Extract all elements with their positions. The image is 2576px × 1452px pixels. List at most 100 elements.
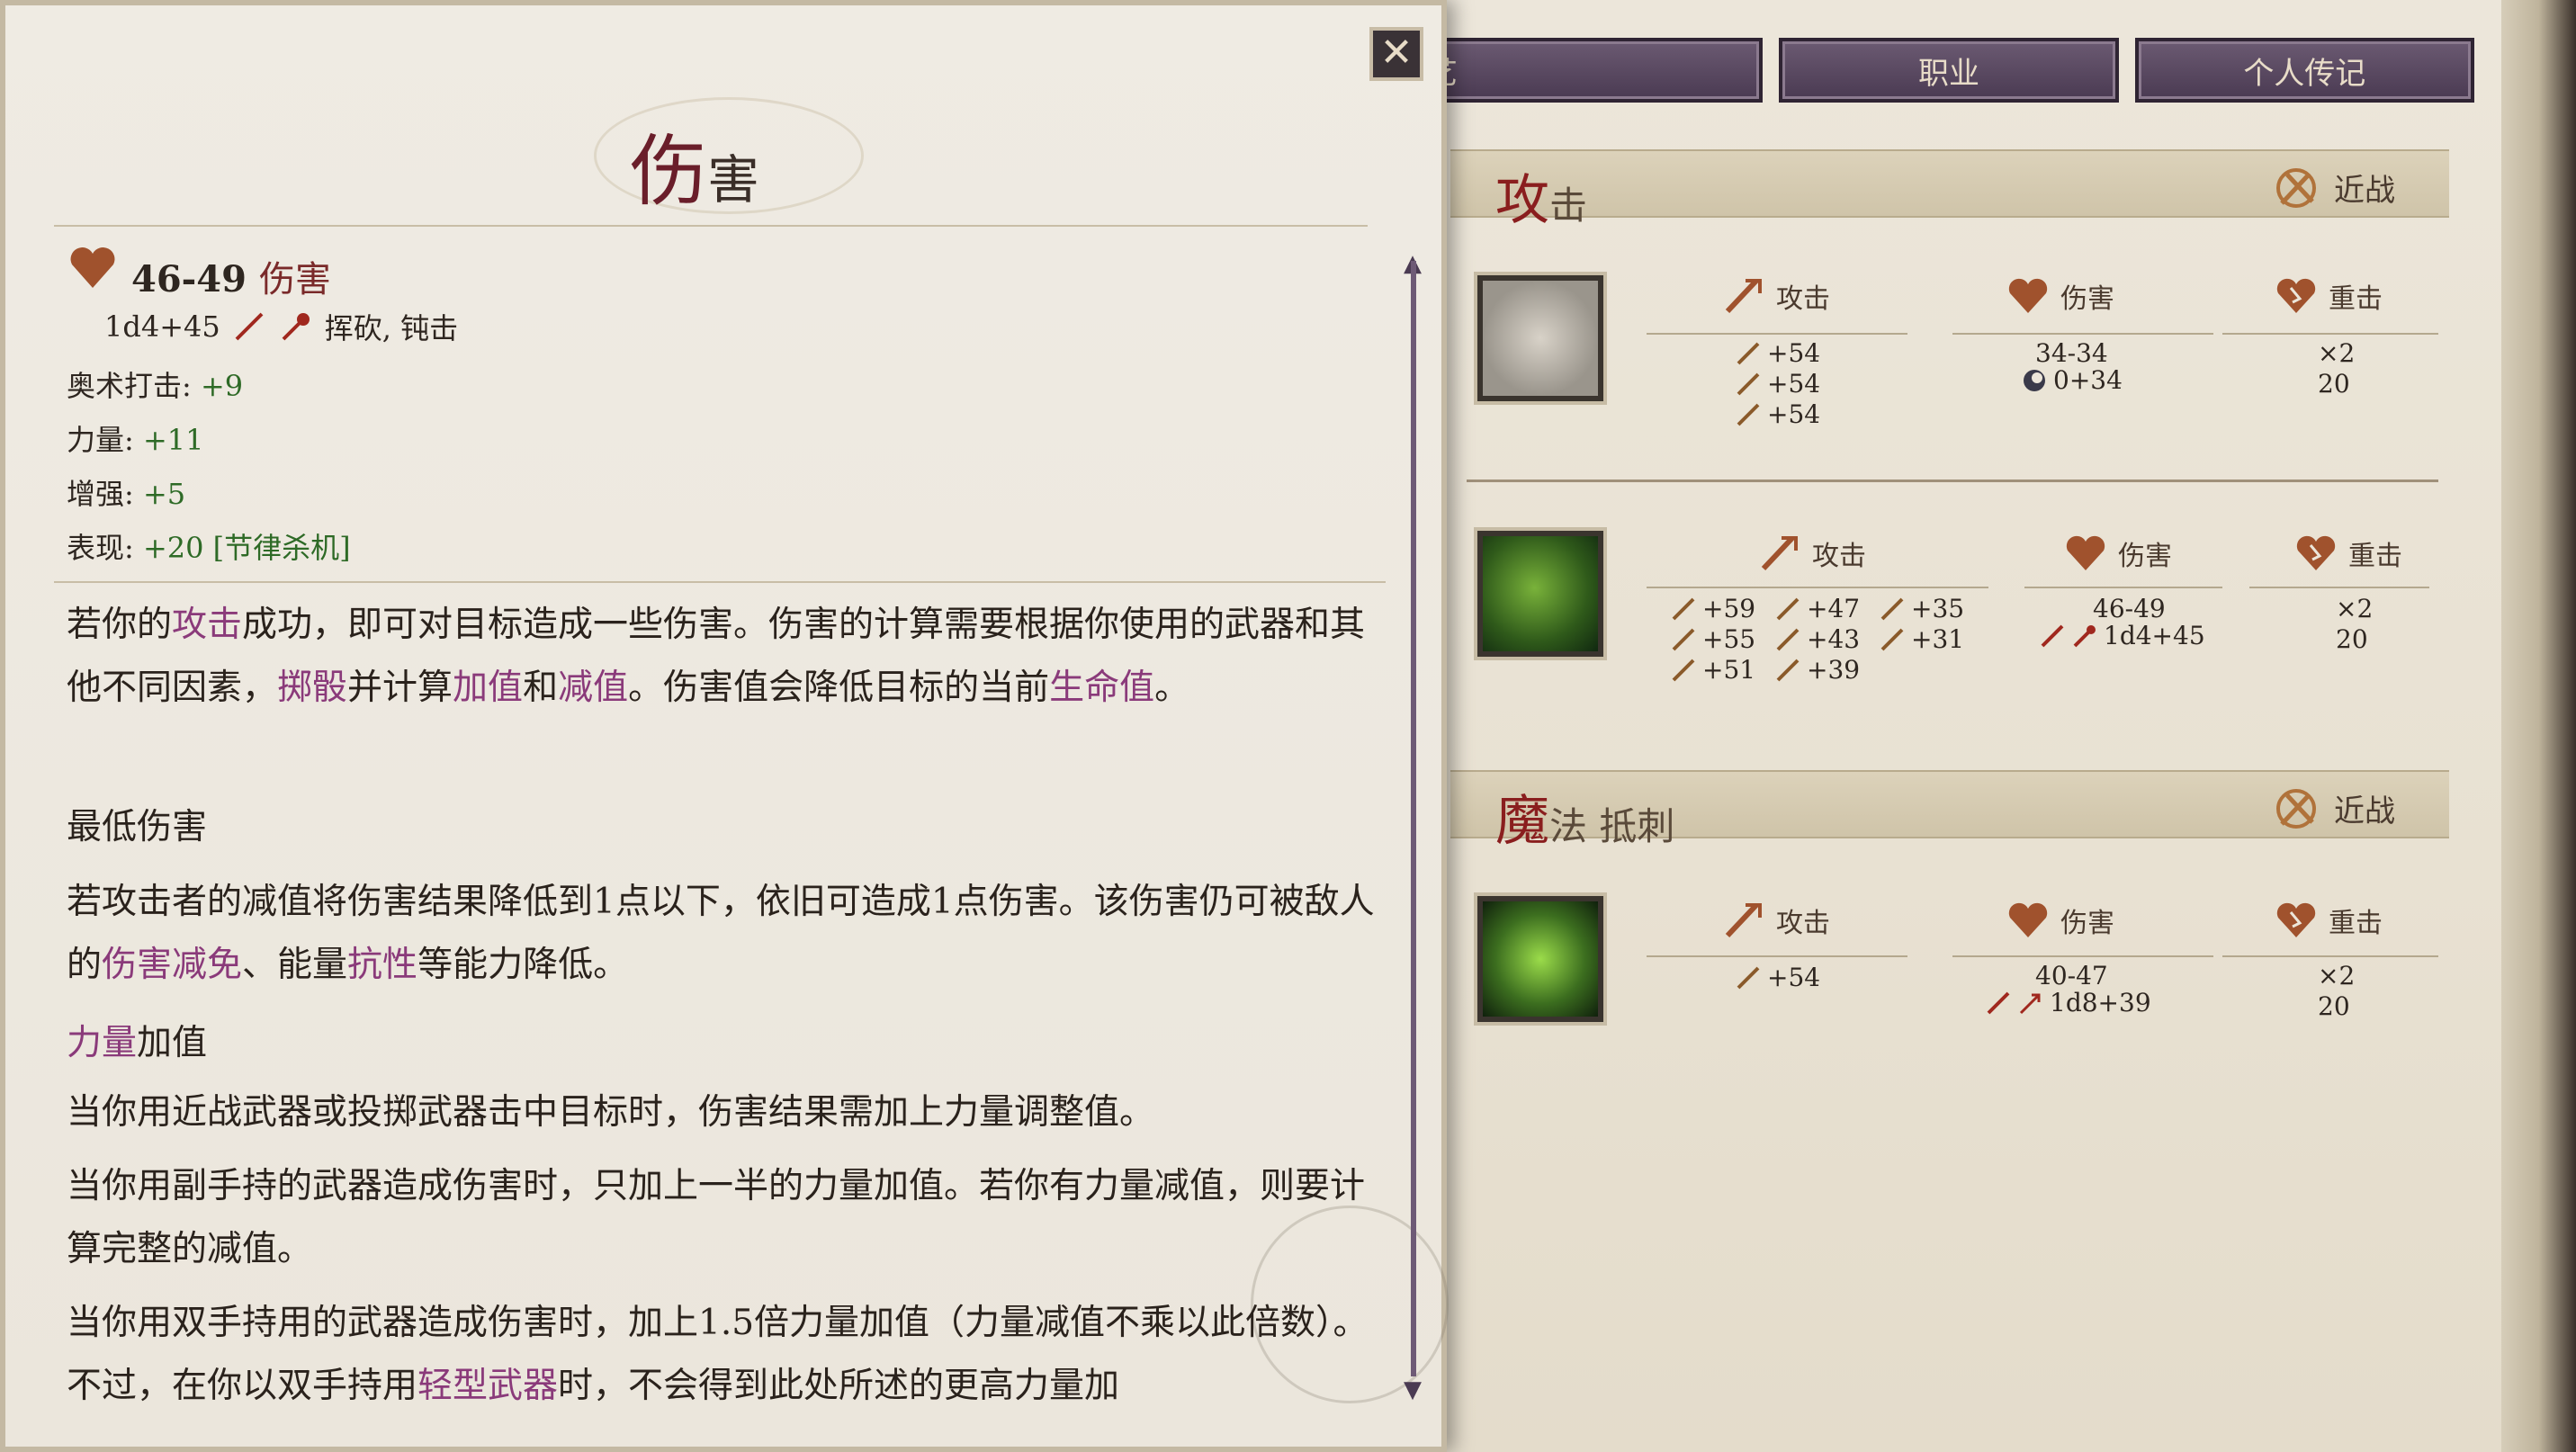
melee-mode-toggle[interactable]: 近战 (2273, 786, 2395, 830)
attack-bonus: +55 (1670, 624, 1755, 654)
bludgeon-icon (2073, 624, 2096, 647)
col-crit: 重击 (2293, 533, 2402, 574)
link-penalty[interactable]: 减值 (558, 668, 628, 708)
attack-icon (1761, 535, 1798, 571)
sword-icon (1737, 403, 1760, 426)
tooltip-title: 伤害 (630, 127, 760, 217)
sword-icon (1880, 628, 1904, 650)
melee-mode-toggle[interactable]: 近战 (2273, 166, 2395, 210)
col-crit: 重击 (2273, 275, 2383, 317)
attack-bonus: +59 (1670, 594, 1755, 623)
melee-swords-icon (2276, 167, 2316, 208)
crit-multiplier: ×2 (2318, 961, 2356, 990)
crit-multiplier: ×2 (2336, 594, 2374, 623)
slash-icon (235, 312, 264, 341)
heart-crit-icon (2276, 902, 2316, 937)
damage-range: 46-49 (2093, 594, 2166, 623)
description-paragraph: 若攻击者的减值将伤害结果降低到1点以下，依旧可造成1点伤害。该伤害仍可被敌人的伤… (67, 882, 1375, 985)
heart-damage-icon (2008, 902, 2048, 937)
title-divider (54, 225, 1368, 227)
bludgeon-icon (282, 313, 310, 341)
description-paragraph: 当你用近战武器或投掷武器击中目标时，伤害结果需加上力量调整值。 (67, 1092, 1155, 1133)
claw-weapon-icon[interactable] (1477, 531, 1603, 657)
heart-damage-icon (2066, 535, 2105, 570)
col-attack: 攻击 (1720, 900, 1830, 941)
crit-range: 20 (2318, 369, 2350, 399)
crit-range: 20 (2336, 624, 2368, 654)
stat-performance: 表现: +20 [节律杀机] (67, 531, 351, 565)
col-damage: 伤害 (2005, 900, 2114, 941)
sword-icon (1776, 628, 1800, 650)
scroll-down-arrow-icon[interactable]: ▼ (1404, 1376, 1422, 1403)
col-crit: 重击 (2273, 900, 2383, 941)
heading-strength-bonus: 力量加值 (67, 1023, 208, 1063)
damage-summary: 46-49 伤害 (67, 245, 331, 302)
unarmed-strike-icon[interactable] (1477, 275, 1603, 401)
attack-section-header: 攻击 近战 (1450, 149, 2449, 232)
heart-damage-icon (70, 247, 115, 288)
link-damage-reduction[interactable]: 伤害减免 (102, 945, 242, 985)
divider-line (1647, 587, 1988, 588)
attack-bonus: +39 (1774, 655, 1860, 685)
damage-range: 34-34 (2035, 338, 2108, 368)
description-paragraph: 若你的攻击成功，即可对目标造成一些伤害。伤害的计算需要根据你使用的武器和其他不同… (67, 605, 1366, 708)
attack-icon (1725, 902, 1762, 938)
magic-section-header: 魔法 抵刺 近战 (1450, 770, 2449, 853)
link-roll[interactable]: 掷骰 (277, 668, 347, 708)
section-divider (54, 581, 1386, 583)
sheet-tabs: 艺 职业 个人传记 (1413, 38, 2474, 110)
link-attack[interactable]: 攻击 (172, 605, 242, 645)
description-paragraph: 当你用副手持的武器造成伤害时，只加上一半的力量加值。若你有力量减值，则要计算完整… (67, 1166, 1366, 1269)
link-resistance[interactable]: 抗性 (347, 945, 417, 985)
sword-icon (1737, 966, 1760, 989)
attack-bonus: +54 (1735, 399, 1820, 429)
pierce-icon (2019, 993, 2041, 1014)
link-light-weapon[interactable]: 轻型武器 (417, 1366, 558, 1406)
link-bonus[interactable]: 加值 (453, 668, 523, 708)
section-title: 攻击 (1495, 169, 1588, 232)
sword-icon (1737, 372, 1760, 395)
attack-bonus: +54 (1735, 369, 1820, 399)
book-edge (2501, 0, 2576, 1452)
tab-skills[interactable]: 艺 (1413, 38, 1764, 103)
col-damage: 伤害 (2005, 275, 2114, 317)
attack-bonus: +43 (1774, 624, 1860, 654)
stat-strength: 力量: +11 (67, 423, 204, 457)
damage-dice-line: 1d4+45 挥砍, 钝击 (104, 309, 459, 345)
tab-class[interactable]: 职业 (1779, 38, 2119, 103)
arcane-swirl-icon (2024, 369, 2045, 391)
divider-line (1647, 333, 1907, 335)
sword-icon (1672, 659, 1695, 681)
col-attack: 攻击 (1720, 275, 1830, 317)
melee-swords-icon (2276, 788, 2316, 829)
sword-icon (1737, 342, 1760, 364)
spore-weapon-icon[interactable] (1477, 896, 1603, 1022)
sword-icon (1672, 628, 1695, 650)
divider-line (2222, 333, 2438, 335)
stat-enhancement: 增强: +5 (67, 477, 186, 511)
scrollbar[interactable] (1411, 261, 1416, 1376)
attack-bonus: +54 (1735, 338, 1820, 368)
heading-minimum-damage: 最低伤害 (67, 807, 208, 847)
close-button[interactable]: ✕ (1369, 27, 1423, 81)
damage-range: 40-47 (2035, 961, 2108, 990)
divider-line (2222, 955, 2438, 957)
col-attack: 攻击 (1756, 533, 1866, 574)
damage-formula: 0+34 (2021, 365, 2123, 395)
damage-formula: 1d8+39 (1985, 988, 2151, 1017)
divider-line (1952, 333, 2213, 335)
sword-icon (1672, 597, 1695, 620)
stat-arcane-strike: 奥术打击: +9 (67, 369, 244, 403)
link-strength[interactable]: 力量 (67, 1023, 137, 1063)
damage-formula: 1d4+45 (2039, 621, 2205, 650)
heart-crit-icon (2276, 278, 2316, 313)
attack-bonus: +54 (1735, 963, 1820, 992)
tab-biography[interactable]: 个人传记 (2134, 38, 2474, 103)
link-hit-points[interactable]: 生命值 (1049, 668, 1154, 708)
description-paragraph: 当你用双手持用的武器造成伤害时，加上1.5倍力量加值（力量减值不乘以此倍数）。不… (67, 1303, 1369, 1406)
heart-damage-icon (2008, 278, 2048, 313)
crit-multiplier: ×2 (2318, 338, 2356, 368)
slash-icon (1987, 991, 2010, 1014)
divider-line (1647, 955, 1907, 957)
divider-line (1952, 955, 2213, 957)
